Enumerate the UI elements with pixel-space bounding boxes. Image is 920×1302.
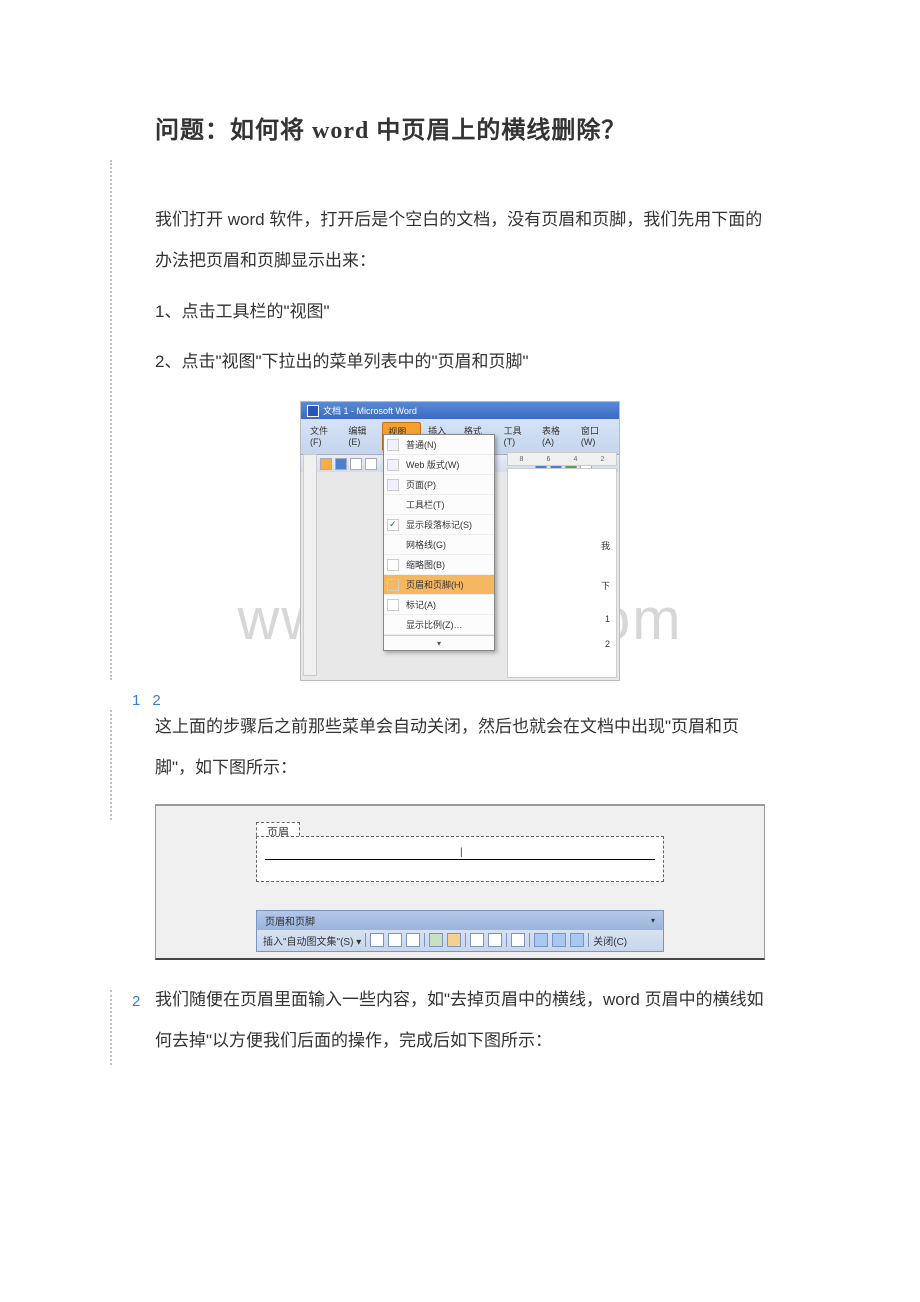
time-icon[interactable]	[447, 933, 461, 947]
sep	[588, 933, 589, 947]
after-steps-text: 这上面的步骤后之前那些菜单会自动关闭，然后也就会在文档中出现"页眉和页脚"，如下…	[155, 707, 765, 789]
menu-table[interactable]: 表格(A)	[537, 422, 574, 451]
cursor: |	[460, 847, 463, 858]
header-footer-toolbar: 页眉和页脚 插入"自动图文集"(S) ▾	[256, 910, 664, 952]
menu-window[interactable]: 窗口(W)	[576, 422, 615, 451]
page-title: 问题：如何将 word 中页眉上的横线删除？	[155, 110, 765, 145]
dd-gridlines[interactable]: 网格线(G)	[384, 535, 494, 555]
setup-icon[interactable]	[470, 933, 484, 947]
sep	[365, 933, 366, 947]
header-region: 页眉 |	[256, 836, 664, 882]
dd-thumbnails[interactable]: 缩略图(B)	[384, 555, 494, 575]
preview-icon[interactable]	[365, 458, 377, 470]
left-ruler	[303, 454, 317, 676]
normal-icon	[387, 439, 399, 451]
word-view-menu-screenshot: 文档 1 - Microsoft Word 文件(F) 编辑(E) 视图(V) …	[300, 401, 620, 681]
view-dropdown-menu: 普通(N) Web 版式(W) 页面(P) 工具栏(T) 显示段落标记(S) 网…	[383, 434, 495, 651]
dd-header-footer[interactable]: 页眉和页脚(H)	[384, 575, 494, 595]
autotext-button[interactable]: 插入"自动图文集"(S) ▾	[263, 933, 361, 948]
document-page: 问题：如何将 word 中页眉上的横线删除？ 我们打开 word 软件，打开后是…	[0, 0, 920, 1111]
canvas-txt-1: 1	[605, 614, 610, 624]
open-icon[interactable]	[320, 458, 332, 470]
switch-icon[interactable]	[534, 933, 548, 947]
page-icon	[387, 479, 399, 491]
close-button[interactable]: 关闭(C)	[593, 933, 627, 948]
link-prev-icon[interactable]	[511, 933, 525, 947]
sep	[506, 933, 507, 947]
dd-show-para[interactable]: 显示段落标记(S)	[384, 515, 494, 535]
menu-file[interactable]: 文件(F)	[305, 422, 341, 451]
canvas-txt-wo: 我	[601, 539, 610, 552]
dd-web[interactable]: Web 版式(W)	[384, 455, 494, 475]
header-footer-icon	[387, 579, 399, 591]
total-pages-icon[interactable]	[388, 933, 402, 947]
dd-normal[interactable]: 普通(N)	[384, 435, 494, 455]
sep	[465, 933, 466, 947]
sep	[529, 933, 530, 947]
canvas-txt-xia: 下	[601, 579, 610, 592]
word-title-bar: 文档 1 - Microsoft Word	[301, 402, 619, 419]
page-num-icon[interactable]	[370, 933, 384, 947]
toolbar-title: 页眉和页脚	[257, 911, 663, 930]
hide-icon[interactable]	[488, 933, 502, 947]
format-num-icon[interactable]	[406, 933, 420, 947]
step-1-text: 1、点击工具栏的"视图"	[155, 292, 765, 333]
dd-expand[interactable]	[384, 635, 494, 650]
intro-text: 我们打开 word 软件，打开后是个空白的文档，没有页眉和页脚，我们先用下面的办…	[155, 200, 765, 282]
dd-markup[interactable]: 标记(A)	[384, 595, 494, 615]
menu-tools[interactable]: 工具(T)	[499, 422, 535, 451]
menu-edit[interactable]: 编辑(E)	[343, 422, 380, 451]
header-underline	[265, 859, 655, 860]
doc-canvas: 我 下 1 2	[507, 468, 617, 678]
step-2-text: 2、点击"视图"下拉出的菜单列表中的"页眉和页脚"	[155, 342, 765, 383]
save-icon[interactable]	[335, 458, 347, 470]
prev-icon[interactable]	[552, 933, 566, 947]
date-icon[interactable]	[429, 933, 443, 947]
canvas-txt-2: 2	[605, 639, 610, 649]
sep	[424, 933, 425, 947]
top-ruler: 8 6 4 2	[507, 452, 617, 466]
last-paragraph: 我们随便在页眉里面输入一些内容，如"去掉页眉中的横线，word 页眉中的横线如何…	[155, 980, 765, 1062]
dd-zoom[interactable]: 显示比例(Z)…	[384, 615, 494, 635]
markup-icon	[387, 599, 399, 611]
dd-toolbars[interactable]: 工具栏(T)	[384, 495, 494, 515]
check-icon	[387, 519, 399, 531]
header-edit-area[interactable]: |	[256, 836, 664, 882]
thumb-icon	[387, 559, 399, 571]
web-icon	[387, 459, 399, 471]
print-icon[interactable]	[350, 458, 362, 470]
dd-print[interactable]: 页面(P)	[384, 475, 494, 495]
next-icon[interactable]	[570, 933, 584, 947]
header-footer-screenshot: 页眉 | 页眉和页脚 插入"自动图文集"(S) ▾	[155, 804, 765, 960]
word-doc-title: 文档 1 - Microsoft Word	[323, 404, 417, 417]
toolbar-row: 插入"自动图文集"(S) ▾ 关闭(C)	[257, 930, 663, 951]
